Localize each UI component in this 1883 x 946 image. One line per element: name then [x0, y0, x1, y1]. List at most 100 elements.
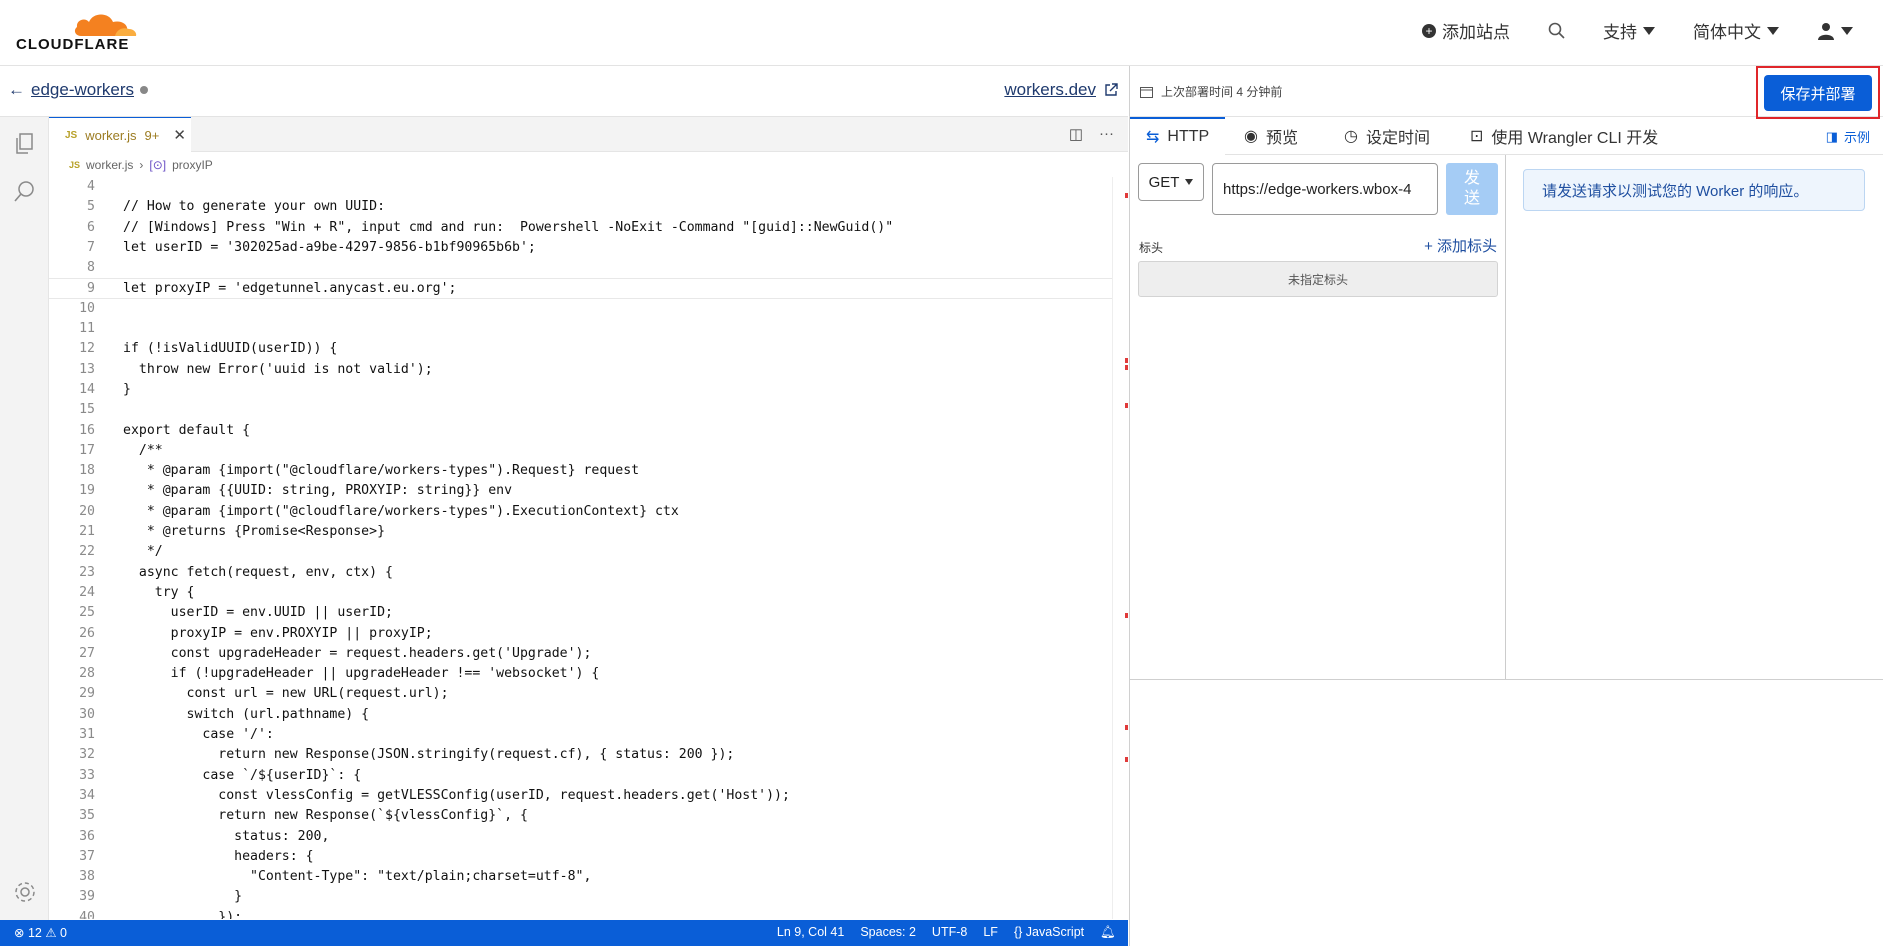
code-text[interactable]: throw new Error('uuid is not valid');	[123, 360, 433, 380]
search-icon[interactable]	[12, 179, 38, 205]
code-text[interactable]: const url = new URL(request.url);	[123, 684, 449, 704]
code-line[interactable]: 33 case `/${userID}`: {	[49, 766, 1112, 786]
code-line[interactable]: 29 const url = new URL(request.url);	[49, 684, 1112, 704]
code-line[interactable]: 22 */	[49, 542, 1112, 562]
code-line[interactable]: 8	[49, 258, 1112, 278]
url-input[interactable]: https://edge-workers.wbox-4	[1212, 163, 1438, 215]
code-line[interactable]: 35 return new Response(`${vlessConfig}`,…	[49, 806, 1112, 826]
code-line[interactable]: 4	[49, 177, 1112, 197]
code-line[interactable]: 27 const upgradeHeader = request.headers…	[49, 644, 1112, 664]
code-text[interactable]: case '/':	[123, 725, 273, 745]
code-line[interactable]: 38 "Content-Type": "text/plain;charset=u…	[49, 867, 1112, 887]
code-line[interactable]: 5 // How to generate your own UUID:	[49, 197, 1112, 217]
code-text[interactable]: * @param {{UUID: string, PROXYIP: string…	[123, 481, 512, 501]
code-text[interactable]: export default {	[123, 421, 250, 441]
code-line[interactable]: 14}	[49, 380, 1112, 400]
tab-http[interactable]: ⇆ HTTP	[1130, 117, 1226, 155]
tab-schedule[interactable]: ◷ 设定时间	[1328, 117, 1446, 155]
split-editor-icon[interactable]: ◫	[1069, 125, 1083, 143]
code-text[interactable]: */	[123, 542, 163, 562]
code-text[interactable]: * @returns {Promise<Response>}	[123, 522, 385, 542]
code-line[interactable]: 9 let proxyIP = 'edgetunnel.anycast.eu.or…	[49, 278, 1112, 299]
user-menu[interactable]	[1817, 22, 1853, 40]
code-text[interactable]: return new Response(`${vlessConfig}`, {	[123, 806, 528, 826]
code-line[interactable]: 30 switch (url.pathname) {	[49, 705, 1112, 725]
code-text[interactable]: }	[123, 887, 242, 907]
code-text[interactable]: /**	[123, 441, 163, 461]
code-line[interactable]: 25 userID = env.UUID || userID;	[49, 603, 1112, 623]
code-line[interactable]: 39 }	[49, 887, 1112, 907]
more-actions-icon[interactable]: ···	[1099, 125, 1114, 143]
add-header-button[interactable]: + 添加标头	[1424, 235, 1497, 256]
settings-gear-icon[interactable]	[12, 879, 38, 905]
code-line[interactable]: 17 /**	[49, 441, 1112, 461]
add-site-button[interactable]: + 添加站点	[1422, 18, 1510, 43]
code-text[interactable]: });	[123, 908, 242, 919]
code-text[interactable]: if (!isValidUUID(userID)) {	[123, 339, 337, 359]
code-text[interactable]: return new Response(JSON.stringify(reque…	[123, 745, 734, 765]
code-line[interactable]: 7 let userID = '302025ad-a9be-4297-9856-b…	[49, 238, 1112, 258]
cursor-position[interactable]: Ln 9, Col 41	[777, 925, 844, 940]
example-link[interactable]: ◨ 示例	[1826, 127, 1870, 146]
code-line[interactable]: 18 * @param {import("@cloudflare/workers…	[49, 461, 1112, 481]
files-icon[interactable]	[12, 131, 38, 157]
code-text[interactable]: // [Windows] Press "Win + R", input cmd …	[123, 218, 893, 238]
send-button[interactable]: 发 送	[1446, 163, 1498, 215]
close-tab-icon[interactable]: ✕	[173, 126, 186, 144]
code-text[interactable]: try {	[123, 583, 195, 603]
code-line[interactable]: 10	[49, 299, 1112, 319]
code-line[interactable]: 40 });	[49, 908, 1112, 919]
code-text[interactable]: let userID = '302025ad-a9be-4297-9856-b1…	[123, 238, 536, 258]
method-select[interactable]: GET	[1138, 163, 1204, 201]
language-dropdown[interactable]: 简体中文	[1693, 18, 1779, 43]
code-text[interactable]: // How to generate your own UUID:	[123, 197, 385, 217]
code-text[interactable]: switch (url.pathname) {	[123, 705, 370, 725]
code-line[interactable]: 32 return new Response(JSON.stringify(re…	[49, 745, 1112, 765]
code-line[interactable]: 34 const vlessConfig = getVLESSConfig(us…	[49, 786, 1112, 806]
cloudflare-logo[interactable]: CLOUDFLARE	[16, 10, 137, 54]
code-text[interactable]: * @param {import("@cloudflare/workers-ty…	[123, 461, 639, 481]
code-text[interactable]: headers: {	[123, 847, 313, 867]
save-and-deploy-button[interactable]: 保存并部署	[1764, 75, 1872, 111]
code-line[interactable]: 16 export default {	[49, 421, 1112, 441]
code-text[interactable]: status: 200,	[123, 827, 329, 847]
workers-dev-link[interactable]: workers.dev	[1004, 80, 1118, 100]
tab-preview[interactable]: ◉ 预览	[1228, 117, 1314, 155]
code-line[interactable]: 26 proxyIP = env.PROXYIP || proxyIP;	[49, 624, 1112, 644]
code-line[interactable]: 37 headers: {	[49, 847, 1112, 867]
code-line[interactable]: 6 // [Windows] Press "Win + R", input cmd…	[49, 218, 1112, 238]
breadcrumb-symbol[interactable]: proxyIP	[172, 158, 213, 172]
code-text[interactable]: userID = env.UUID || userID;	[123, 603, 393, 623]
support-dropdown[interactable]: 支持	[1603, 18, 1655, 43]
end-of-line[interactable]: LF	[983, 925, 998, 940]
breadcrumb-file[interactable]: worker.js	[86, 158, 133, 172]
code-line[interactable]: 11	[49, 319, 1112, 339]
tab-wrangler[interactable]: ⊡ 使用 Wrangler CLI 开发	[1454, 117, 1674, 155]
search-button[interactable]	[1548, 22, 1565, 39]
code-text[interactable]: }	[123, 380, 131, 400]
code-line[interactable]: 31 case '/':	[49, 725, 1112, 745]
bell-icon[interactable]: 🔔︎	[1100, 925, 1116, 940]
code-text[interactable]: const upgradeHeader = request.headers.ge…	[123, 644, 592, 664]
code-line[interactable]: 24 try {	[49, 583, 1112, 603]
encoding[interactable]: UTF-8	[932, 925, 967, 940]
problems-count[interactable]: ⊗ 12 ⚠ 0	[14, 925, 67, 940]
indentation[interactable]: Spaces: 2	[860, 925, 916, 940]
language-mode[interactable]: {} JavaScript	[1014, 925, 1084, 940]
code-text[interactable]: * @param {import("@cloudflare/workers-ty…	[123, 502, 679, 522]
code-text[interactable]: "Content-Type": "text/plain;charset=utf-…	[123, 867, 591, 887]
code-line[interactable]: 21 * @returns {Promise<Response>}	[49, 522, 1112, 542]
code-line[interactable]: 20 * @param {import("@cloudflare/workers…	[49, 502, 1112, 522]
code-line[interactable]: 12 if (!isValidUUID(userID)) {	[49, 339, 1112, 359]
code-text[interactable]: if (!upgradeHeader || upgradeHeader !== …	[123, 664, 600, 684]
code-line[interactable]: 15	[49, 400, 1112, 420]
code-line[interactable]: 23 async fetch(request, env, ctx) {	[49, 563, 1112, 583]
back-link[interactable]: ← edge-workers	[8, 80, 148, 100]
code-line[interactable]: 13 throw new Error('uuid is not valid');	[49, 360, 1112, 380]
code-text[interactable]: const vlessConfig = getVLESSConfig(userI…	[123, 786, 790, 806]
code-editor[interactable]: 4 5 // How to generate your own UUID: 6 // […	[49, 177, 1112, 919]
code-line[interactable]: 36 status: 200,	[49, 827, 1112, 847]
code-line[interactable]: 19 * @param {{UUID: string, PROXYIP: str…	[49, 481, 1112, 501]
code-text[interactable]: let proxyIP = 'edgetunnel.anycast.eu.org…	[123, 279, 456, 299]
tab-worker-js[interactable]: JS worker.js 9+ ✕	[49, 117, 191, 152]
